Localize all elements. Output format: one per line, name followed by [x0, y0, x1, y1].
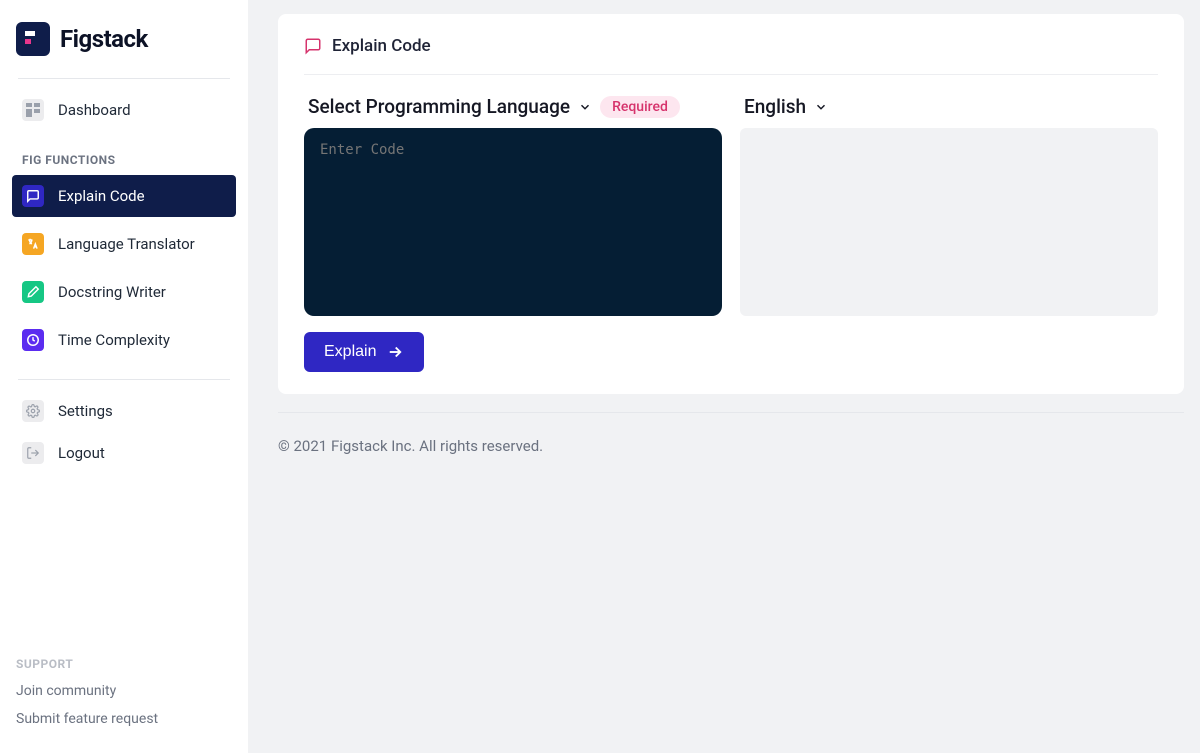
nav-label: Settings [58, 402, 113, 420]
chevron-down-icon [814, 100, 828, 114]
support-join-community[interactable]: Join community [12, 677, 236, 705]
card-header: Explain Code [304, 36, 1158, 75]
footer-divider [278, 412, 1184, 413]
explain-code-icon [22, 185, 44, 207]
explain-button[interactable]: Explain [304, 332, 424, 372]
arrow-right-icon [386, 343, 404, 361]
sidebar-item-logout[interactable]: Logout [12, 432, 236, 474]
sidebar-item-explain-code[interactable]: Explain Code [12, 175, 236, 217]
sidebar-item-language-translator[interactable]: Language Translator [12, 223, 236, 265]
main-content: Explain Code Select Programming Language… [248, 0, 1200, 753]
chevron-down-icon [578, 100, 592, 114]
code-input[interactable] [304, 128, 722, 316]
time-complexity-icon [22, 329, 44, 351]
footer-text: © 2021 Figstack Inc. All rights reserved… [278, 437, 1184, 455]
support-section: SUPPORT Join community Submit feature re… [12, 651, 236, 733]
support-submit-feature[interactable]: Submit feature request [12, 705, 236, 733]
logout-icon [22, 442, 44, 464]
explain-code-card: Explain Code Select Programming Language… [278, 14, 1184, 394]
docstring-icon [22, 281, 44, 303]
nav-label: Explain Code [58, 187, 145, 205]
sidebar-item-time-complexity[interactable]: Time Complexity [12, 319, 236, 361]
language-selector-label: Select Programming Language [308, 95, 570, 118]
dashboard-icon [22, 99, 44, 121]
translator-icon [22, 233, 44, 255]
output-language-selector[interactable]: English [740, 91, 1158, 128]
sidebar: Figstack Dashboard FIG FUNCTIONS [0, 0, 248, 753]
nav-label: Docstring Writer [58, 283, 166, 301]
nav-label: Time Complexity [58, 331, 170, 349]
brand-logo[interactable]: Figstack [12, 20, 236, 74]
nav-label: Language Translator [58, 235, 195, 253]
divider [18, 379, 230, 380]
explain-button-label: Explain [324, 343, 376, 361]
sidebar-item-dashboard[interactable]: Dashboard [12, 89, 236, 131]
chat-icon [304, 37, 322, 55]
nav-label: Logout [58, 444, 105, 462]
page-title: Explain Code [332, 36, 431, 56]
logo-mark-icon [16, 22, 50, 56]
required-badge: Required [600, 96, 680, 118]
language-selector[interactable]: Select Programming Language Required [304, 91, 722, 128]
sidebar-item-settings[interactable]: Settings [12, 390, 236, 432]
output-language-label: English [744, 95, 806, 118]
section-fig-functions: FIG FUNCTIONS [12, 131, 236, 175]
support-heading: SUPPORT [12, 651, 236, 677]
nav-label: Dashboard [58, 101, 131, 119]
output-panel [740, 128, 1158, 316]
gear-icon [22, 400, 44, 422]
brand-name: Figstack [60, 25, 148, 53]
divider [18, 78, 230, 79]
sidebar-item-docstring-writer[interactable]: Docstring Writer [12, 271, 236, 313]
